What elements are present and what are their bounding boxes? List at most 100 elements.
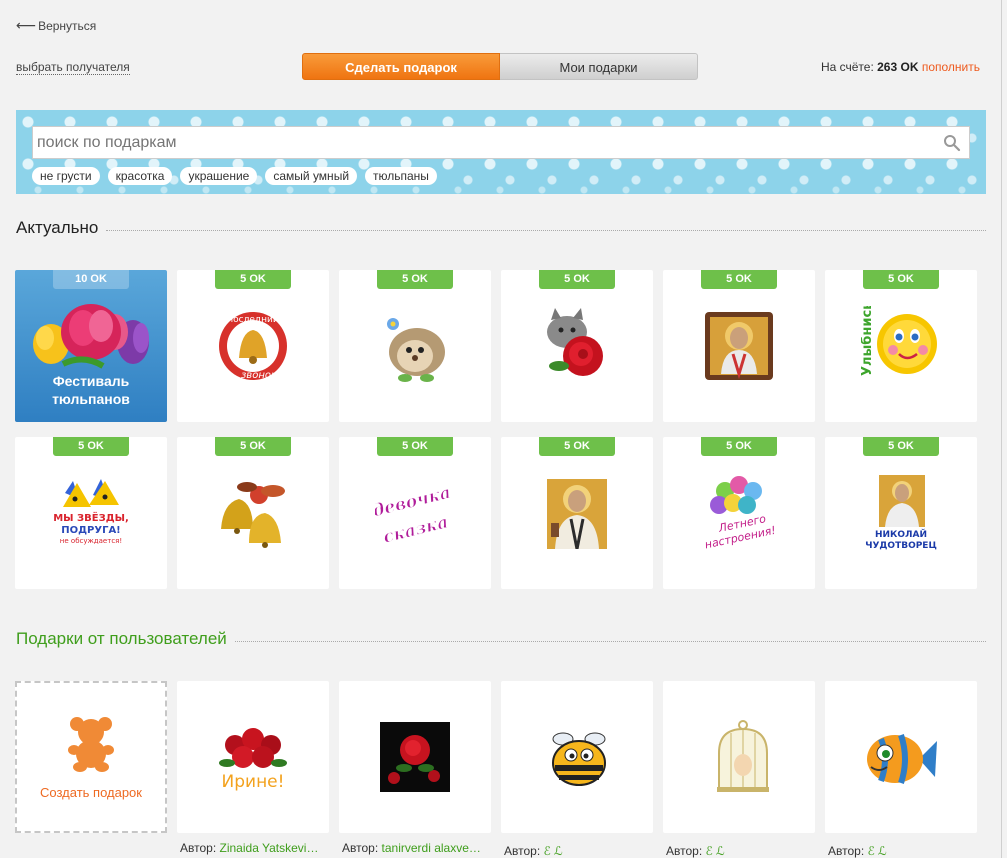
price-badge: 5 OK [863,437,939,456]
bells-icon [221,482,285,548]
gift-tabs: Сделать подарок Мои подарки [302,53,698,80]
price-badge: 5 OK [539,270,615,289]
smile-text: Улыбнись [861,306,875,376]
teddy-bear-icon [68,717,114,772]
girl-fairytale-icon: девочка сказка [375,482,453,548]
nikolai-icon: НИКОЛАЙ ЧУДОТВОРЕЦ [865,475,937,551]
create-gift-card[interactable]: Создать подарок [15,681,167,833]
gift-author: Автор: tanirverdi alaxve… [342,841,496,855]
gift-card[interactable]: 5 OK [501,437,653,589]
balance-amount: 263 OK [877,60,919,74]
gift-card[interactable]: 5 OK [177,437,329,589]
author-prefix: Автор: [342,841,379,855]
choose-recipient-link[interactable]: выбрать получателя [16,60,130,75]
roses-name-text: Ирине! [222,772,285,792]
smile-sun-icon: Улыбнись [861,306,937,376]
price-badge: 5 OK [539,437,615,456]
featured-title: Фестиваль тюльпанов [15,372,167,408]
roses-bouquet-icon: Ирине! [219,728,287,792]
stars-icon: МЫ ЗВЁЗДЫ, ПОДРУГА! не обсуждается! [53,479,129,545]
bell-text-top: последний [227,315,279,325]
user-gift-card[interactable] [825,681,977,833]
girl-text-line2: сказка [381,512,450,547]
user-gift-card[interactable]: Ирине! [177,681,329,833]
search-tags: не грусти красотка украшение самый умный… [32,167,437,185]
gift-author: Автор: ℰ ℒ [828,844,982,858]
nikolai-text-line1: НИКОЛАЙ [875,528,927,540]
price-badge: 5 OK [863,270,939,289]
hedgehog-icon [387,318,445,382]
saint-nicholas-icon [547,479,607,549]
balance-prefix: На счёте: [820,60,874,74]
back-link[interactable]: ⟵ Вернуться [16,17,96,34]
search-tag[interactable]: украшение [180,167,258,185]
gift-author: Автор: ℰ ℒ [666,844,820,858]
price-badge: 5 OK [215,270,291,289]
gift-card[interactable]: 5 OK Летнего настроения! [663,437,815,589]
user-gift-card[interactable] [663,681,815,833]
create-gift-label: Создать подарок [40,785,142,800]
back-arrow-icon: ⟵ [16,17,37,33]
author-name-link[interactable]: Zinaida Yatskevi… [220,841,319,855]
search-tag[interactable]: тюльпаны [365,167,437,185]
price-badge: 10 OK [53,270,129,289]
author-prefix: Автор: [828,844,865,858]
price-badge: 5 OK [215,437,291,456]
stars-text-line3: не обсуждается! [60,537,122,545]
gift-card[interactable]: 5 OK [501,270,653,422]
gift-card[interactable]: 5 OK НИКОЛАЙ ЧУДОТВОРЕЦ [825,437,977,589]
search-tag[interactable]: красотка [107,167,173,185]
stars-text-line2: ПОДРУГА! [61,525,121,536]
section-divider [106,229,986,231]
tab-my-gifts[interactable]: Мои подарки [500,53,698,80]
author-name-link[interactable]: ℰ ℒ [706,844,725,858]
author-prefix: Автор: [504,844,541,858]
section-divider [234,640,986,642]
gift-card[interactable]: 5 OK девочка сказка [339,437,491,589]
balance: На счёте: 263 OK пополнить [821,60,980,74]
icon-saint-icon [705,312,773,380]
search-input[interactable] [33,127,969,158]
search-tag[interactable]: не грусти [32,167,100,185]
price-badge: 5 OK [701,270,777,289]
author-name-link[interactable]: ℰ ℒ [544,844,563,858]
featured-title-line1: Фестиваль [52,373,130,389]
balloons-icon: Летнего настроения! [704,476,777,551]
section-actual: Актуально [16,218,986,238]
user-gift-card[interactable] [339,681,491,833]
section-actual-title: Актуально [16,218,99,237]
gift-card[interactable]: 5 OK [339,270,491,422]
author-name-link[interactable]: tanirverdi alaxve… [382,841,481,855]
gift-author: Автор: ℰ ℒ [504,844,658,858]
author-name-link[interactable]: ℰ ℒ [868,844,887,858]
author-prefix: Автор: [180,841,217,855]
gift-card[interactable]: 5 OK Улыбнись [825,270,977,422]
section-from-users-title: Подарки от пользователей [16,629,227,648]
topup-link[interactable]: пополнить [922,60,980,74]
search-panel: не грусти красотка украшение самый умный… [16,110,986,194]
gift-card[interactable]: 5 OK МЫ ЗВЁЗДЫ, ПОДРУГА! не обсуждается! [15,437,167,589]
gift-card[interactable]: 5 OK последний звонок [177,270,329,422]
user-gift-card[interactable] [501,681,653,833]
birdcage-icon [717,720,769,792]
bell-text-bottom: звонок [241,370,277,381]
gifts-page: ⟵ Вернуться выбрать получателя Сделать по… [0,0,1002,858]
back-label: Вернуться [38,19,97,33]
search-tag[interactable]: самый умный [265,167,358,185]
price-badge: 5 OK [53,437,129,456]
rose-black-icon [380,722,450,792]
search-icon[interactable] [943,134,961,152]
gift-card[interactable]: 5 OK [663,270,815,422]
stars-text-line1: МЫ ЗВЁЗДЫ, [53,510,129,524]
author-prefix: Автор: [666,844,703,858]
gift-card-featured[interactable]: 10 OK Фестиваль тюльпанов [15,270,167,422]
kitten-rose-icon [547,308,603,376]
tab-make-gift[interactable]: Сделать подарок [302,53,500,80]
nikolai-text-line2: ЧУДОТВОРЕЦ [865,541,937,551]
gift-author: Автор: Zinaida Yatskevi… [180,841,334,855]
price-badge: 5 OK [377,437,453,456]
bell-icon: последний звонок [219,312,287,381]
section-from-users: Подарки от пользователей [16,629,986,649]
bee-icon [552,732,606,786]
fish-icon [867,734,937,784]
